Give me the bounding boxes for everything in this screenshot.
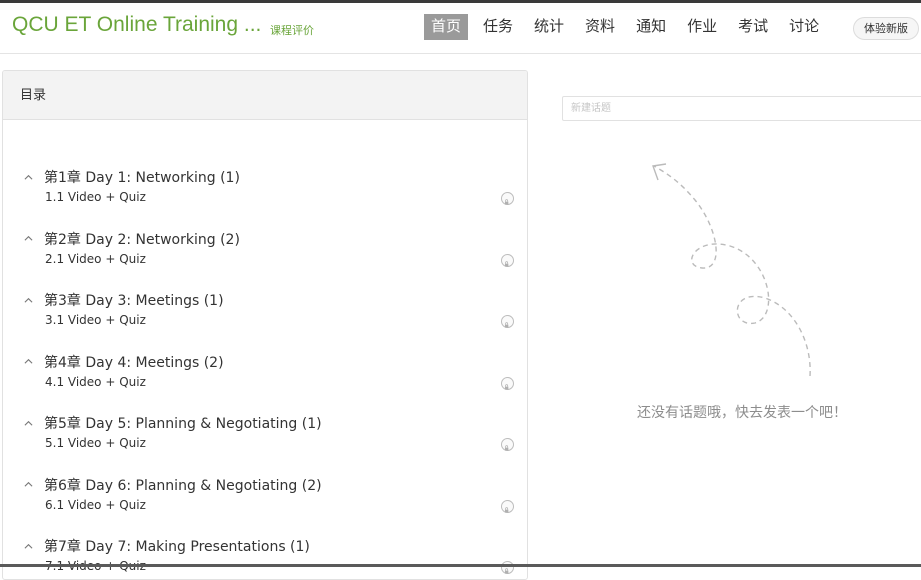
chapter-item: 第1章 Day 1: Networking (1) 1.1 Video + Qu… [3, 168, 527, 230]
chapter-title[interactable]: 第2章 Day 2: Networking (2) [24, 230, 240, 248]
lock-icon [501, 499, 514, 513]
empty-topics-message: 还没有话题哦，快去发表一个吧！ [637, 405, 847, 421]
course-nav: 首页 任务 统计 资料 通知 作业 考试 讨论 [424, 14, 835, 40]
nav-exams[interactable]: 考试 [733, 14, 773, 40]
lesson-link[interactable]: 5.1 Video + Quiz [45, 436, 146, 450]
nav-discussion[interactable]: 讨论 [784, 14, 824, 40]
chapter-item: 第4章 Day 4: Meetings (2) 4.1 Video + Quiz [3, 353, 527, 415]
chapter-item: 第3章 Day 3: Meetings (1) 3.1 Video + Quiz [3, 291, 527, 353]
chapter-title[interactable]: 第1章 Day 1: Networking (1) [24, 168, 240, 186]
nav-notices[interactable]: 通知 [631, 14, 671, 40]
chapter-list: 第1章 Day 1: Networking (1) 1.1 Video + Qu… [3, 168, 527, 579]
new-topic-input[interactable]: 新建话题 [562, 96, 921, 121]
nav-resources[interactable]: 资料 [580, 14, 620, 40]
chevron-up-icon[interactable] [24, 357, 33, 366]
course-title[interactable]: QCU ET Online Training ... [12, 13, 261, 37]
try-new-version-button[interactable]: 体验新版 [853, 17, 919, 40]
lock-icon [501, 192, 514, 205]
lock-icon [501, 315, 514, 328]
lock-icon [501, 376, 514, 390]
curly-arrow-illustration [652, 163, 811, 377]
chapter-title-text: 第5章 Day 5: Planning & Negotiating (1) [44, 416, 322, 432]
lock-icon [501, 561, 514, 574]
chevron-up-icon[interactable] [24, 296, 33, 305]
chevron-up-icon[interactable] [24, 173, 33, 182]
lesson-link[interactable]: 2.1 Video + Quiz [45, 252, 146, 266]
lock-icon [501, 438, 514, 451]
chapter-title[interactable]: 第3章 Day 3: Meetings (1) [24, 291, 224, 309]
toc-title: 目录 [3, 71, 527, 120]
lesson-link[interactable]: 1.1 Video + Quiz [45, 190, 146, 204]
chapter-title-text: 第1章 Day 1: Networking (1) [44, 170, 240, 186]
chapter-item: 第7章 Day 7: Making Presentations (1) 7.1 … [3, 537, 527, 579]
chevron-up-icon[interactable] [24, 480, 33, 489]
chapter-title-text: 第2章 Day 2: Networking (2) [44, 231, 240, 248]
course-evaluation-link[interactable]: 课程评价 [270, 22, 314, 38]
chapter-title[interactable]: 第5章 Day 5: Planning & Negotiating (1) [24, 414, 322, 432]
chapter-title-text: 第4章 Day 4: Meetings (2) [44, 354, 224, 371]
chapter-title-text: 第3章 Day 3: Meetings (1) [44, 293, 224, 309]
chapter-title-text: 第7章 Day 7: Making Presentations (1) [44, 539, 310, 555]
nav-homework[interactable]: 作业 [682, 14, 722, 40]
chapter-title[interactable]: 第7章 Day 7: Making Presentations (1) [24, 537, 310, 555]
nav-home[interactable]: 首页 [424, 14, 469, 40]
chapter-title[interactable]: 第6章 Day 6: Planning & Negotiating (2) [24, 476, 322, 494]
lesson-link[interactable]: 6.1 Video + Quiz [45, 498, 146, 512]
chapter-item: 第5章 Day 5: Planning & Negotiating (1) 5.… [3, 414, 527, 476]
chapter-item: 第6章 Day 6: Planning & Negotiating (2) 6.… [3, 476, 527, 538]
lock-icon [501, 253, 514, 267]
course-header: QCU ET Online Training ... 课程评价 首页 任务 统计… [0, 3, 921, 54]
chapter-title[interactable]: 第4章 Day 4: Meetings (2) [24, 353, 224, 371]
chapter-item: 第2章 Day 2: Networking (2) 2.1 Video + Qu… [3, 230, 527, 292]
chevron-up-icon[interactable] [24, 542, 33, 551]
chevron-up-icon[interactable] [24, 234, 33, 243]
chevron-up-icon[interactable] [24, 419, 33, 428]
nav-statistics[interactable]: 统计 [529, 14, 569, 40]
lesson-link[interactable]: 4.1 Video + Quiz [45, 375, 146, 389]
chapter-title-text: 第6章 Day 6: Planning & Negotiating (2) [44, 477, 322, 494]
nav-tasks[interactable]: 任务 [478, 14, 518, 40]
lesson-link[interactable]: 3.1 Video + Quiz [45, 313, 146, 327]
table-of-contents-panel: 目录 第1章 Day 1: Networking (1) 1.1 Video +… [2, 70, 528, 580]
